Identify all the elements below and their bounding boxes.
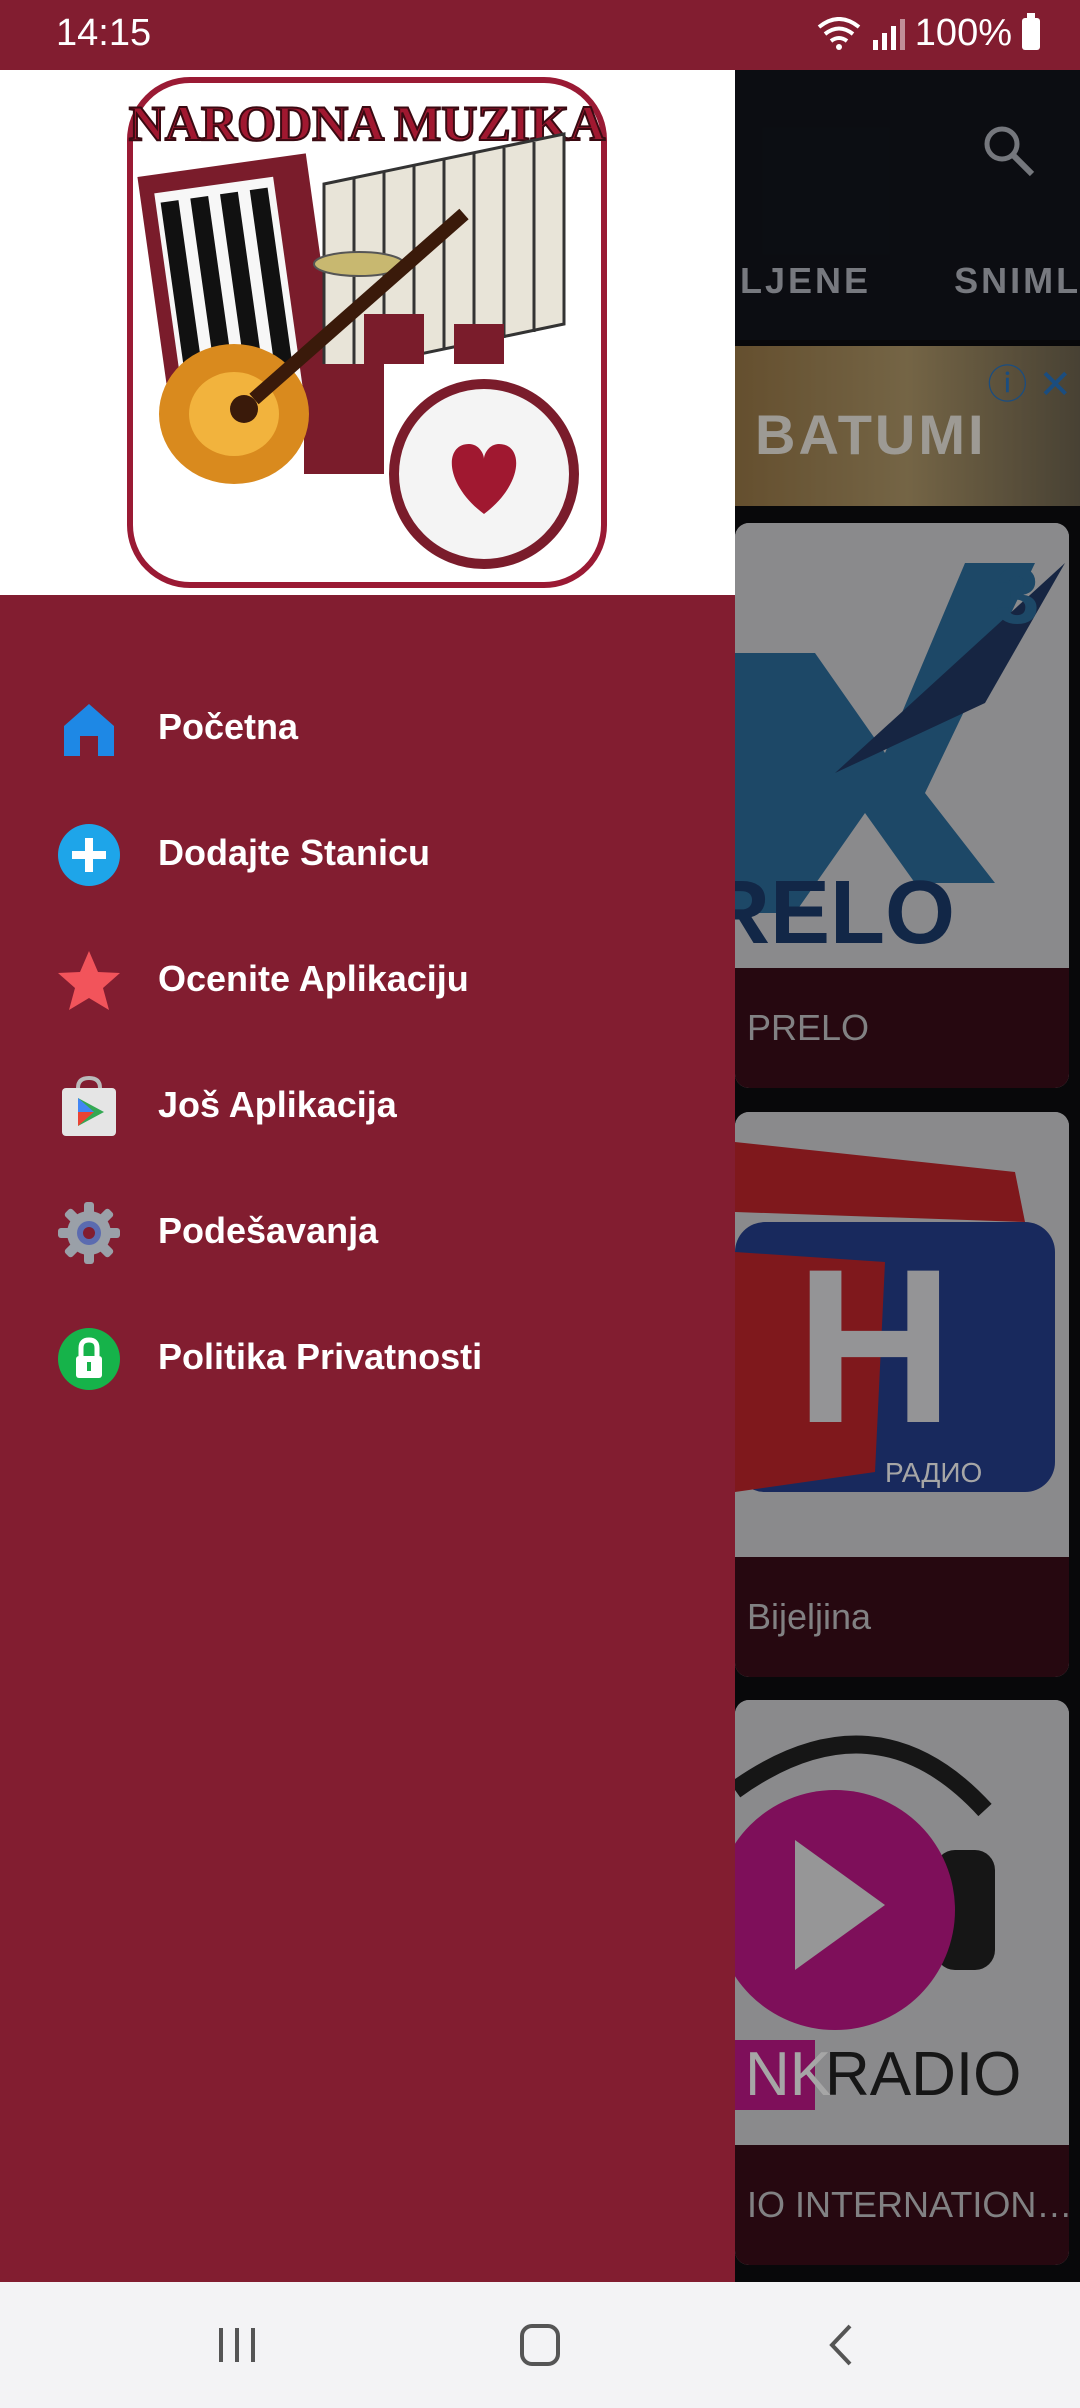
menu-item-settings[interactable]: Podešavanja	[0, 1168, 735, 1294]
status-icons: 100%	[817, 12, 1040, 55]
gear-icon	[58, 1202, 120, 1264]
status-time: 14:15	[56, 12, 152, 54]
menu-item-home[interactable]: Početna	[0, 664, 735, 790]
recent-apps-icon[interactable]	[207, 2320, 267, 2370]
home-button-icon[interactable]	[510, 2320, 570, 2370]
menu-item-rate-app[interactable]: Ocenite Aplikaciju	[0, 916, 735, 1042]
signal-icon	[872, 18, 905, 50]
play-store-icon	[62, 1075, 116, 1136]
menu-item-label: Podešavanja	[158, 1210, 379, 1251]
app-logo: NARODNA MUZIKA	[127, 77, 607, 588]
back-icon[interactable]	[812, 2320, 872, 2370]
menu-item-label: Politika Privatnosti	[158, 1336, 483, 1377]
menu-item-add-station[interactable]: Dodajte Stanicu	[0, 790, 735, 916]
system-nav-bar	[0, 2282, 1080, 2408]
menu-item-privacy-policy[interactable]: Politika Privatnosti	[0, 1294, 735, 1420]
lock-icon	[58, 1328, 120, 1390]
wifi-icon	[817, 16, 861, 50]
menu-item-label: Dodajte Stanicu	[158, 832, 431, 873]
drawer-header: NARODNA MUZIKA	[0, 70, 735, 595]
menu-item-label: Početna	[158, 706, 299, 747]
menu-item-more-apps[interactable]: Još Aplikacija	[0, 1042, 735, 1168]
menu-item-label: Ocenite Aplikaciju	[158, 958, 469, 999]
battery-icon	[1022, 12, 1040, 50]
navigation-drawer: NARODNA MUZIKA Početna Dodajte Stanicu O…	[0, 70, 735, 2282]
status-bar: 14:15 100%	[0, 0, 1080, 70]
add-circle-icon	[58, 824, 120, 886]
battery-percent: 100%	[914, 12, 1012, 54]
drawer-menu: Početna Dodajte Stanicu Ocenite Aplikaci…	[0, 664, 735, 1420]
menu-item-label: Još Aplikacija	[158, 1084, 397, 1125]
star-icon	[58, 951, 120, 1010]
home-icon	[64, 704, 114, 756]
